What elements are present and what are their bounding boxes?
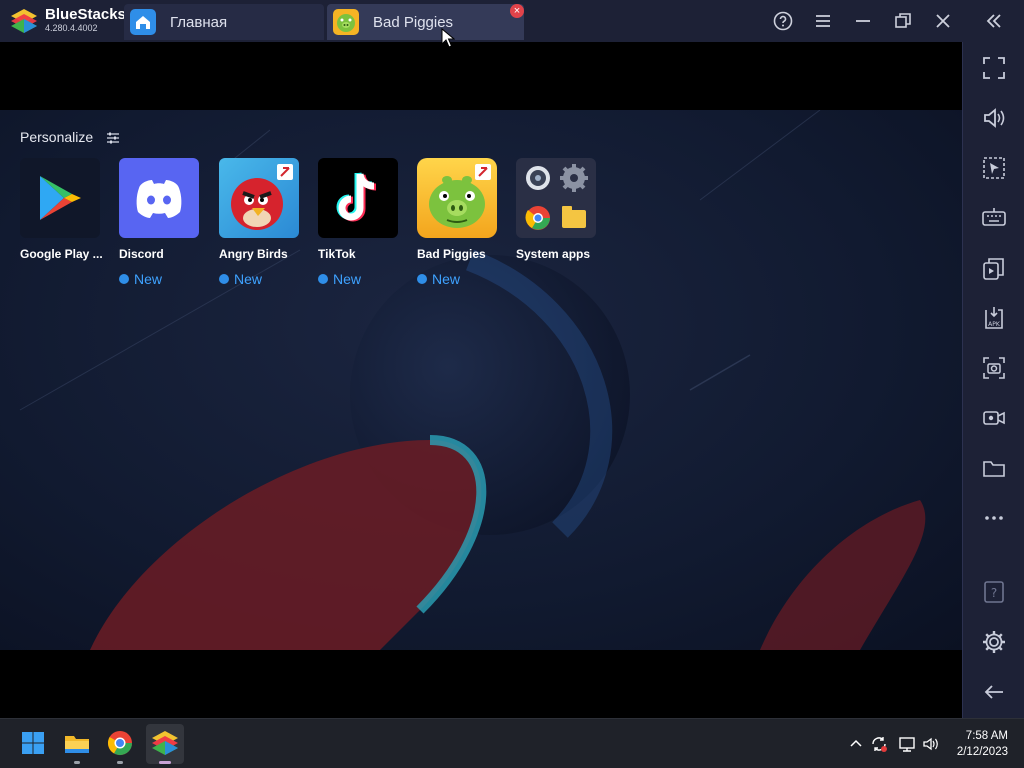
system-clock[interactable]: 7:58 AM 2/12/2023: [957, 728, 1008, 760]
google-play-icon: [20, 158, 100, 238]
title-bar: BlueStacks 4.280.4.4002 Главная Bad Pigg…: [0, 0, 1024, 42]
fullscreen-icon[interactable]: [981, 55, 1007, 81]
minimize-icon[interactable]: [851, 9, 875, 33]
badge-label: New: [134, 271, 163, 287]
customize-icon[interactable]: [106, 131, 120, 145]
chevron-up-icon[interactable]: [847, 735, 865, 753]
badge-label: New: [333, 271, 362, 287]
tiktok-icon: [318, 158, 398, 238]
new-badge: New: [417, 271, 499, 287]
more-icon[interactable]: [981, 505, 1007, 531]
windows-start-icon[interactable]: [19, 729, 47, 757]
app-name: Angry Birds: [219, 247, 288, 261]
multi-instance-icon[interactable]: [981, 255, 1007, 281]
badge-dot-icon: [318, 274, 328, 284]
taskbar: 7:58 AM 2/12/2023: [0, 718, 1024, 768]
app-version: 4.280.4.4002: [45, 23, 98, 33]
bluestacks-icon[interactable]: [151, 729, 179, 757]
volume-icon[interactable]: [922, 735, 940, 753]
tab-bad-piggies[interactable]: Bad Piggies ×: [327, 4, 524, 40]
new-badge: New: [318, 271, 400, 287]
emulator-screen: Personalize Google Play ... Discord New …: [0, 42, 962, 718]
running-indicator: [74, 761, 80, 764]
back-icon[interactable]: [981, 679, 1007, 705]
home-icon: [130, 9, 156, 35]
badge-dot-icon: [219, 274, 229, 284]
right-sidebar: APK ?: [962, 42, 1024, 718]
network-icon[interactable]: [898, 735, 916, 753]
record-icon[interactable]: [981, 405, 1007, 431]
system-apps-folder-icon: [516, 158, 596, 238]
running-indicator: [117, 761, 123, 764]
sync-icon[interactable]: [870, 735, 888, 753]
badge-label: New: [432, 271, 461, 287]
clock-date: 2/12/2023: [956, 746, 1008, 758]
app-name: Google Play ...: [20, 247, 102, 261]
pointer-icon[interactable]: [981, 155, 1007, 181]
tab-home[interactable]: Главная: [124, 4, 324, 40]
badge-label: New: [234, 271, 263, 287]
home-screen: Personalize Google Play ... Discord New …: [0, 110, 962, 650]
app-bad-piggies[interactable]: Bad Piggies New: [417, 158, 499, 287]
badge-dot-icon: [417, 274, 427, 284]
bad-piggies-icon: [333, 9, 359, 35]
tab-close-icon[interactable]: ×: [510, 4, 524, 18]
app-name: System apps: [516, 247, 591, 261]
bad-piggies-icon: [417, 158, 497, 238]
tab-home-label: Главная: [170, 14, 228, 31]
help-icon[interactable]: [771, 9, 795, 33]
new-badge: New: [219, 271, 301, 287]
app-system-apps[interactable]: System apps: [516, 158, 598, 261]
app-name: Bad Piggies: [417, 247, 486, 261]
running-indicator: [159, 761, 171, 764]
clock-time: 7:58 AM: [965, 730, 1008, 742]
svg-text:?: ?: [991, 586, 997, 600]
file-explorer-icon[interactable]: [63, 729, 91, 757]
folder-icon[interactable]: [981, 455, 1007, 481]
bluestacks-logo: [11, 9, 37, 33]
badge-dot-icon: [119, 274, 129, 284]
new-badge: New: [119, 271, 201, 287]
collapse-sidebar-icon[interactable]: [982, 9, 1006, 33]
app-name: BlueStacks: [45, 6, 126, 23]
volume-icon[interactable]: [981, 105, 1007, 131]
menu-icon[interactable]: [811, 9, 835, 33]
app-angry-birds[interactable]: Angry Birds New: [219, 158, 301, 287]
app-discord[interactable]: Discord New: [119, 158, 201, 287]
settings-icon[interactable]: [981, 629, 1007, 655]
app-name: TikTok: [318, 247, 356, 261]
restore-icon[interactable]: [891, 9, 915, 33]
section-title: Personalize: [20, 129, 94, 145]
angry-birds-icon: [219, 158, 299, 238]
discord-icon: [119, 158, 199, 238]
screenshot-icon[interactable]: [981, 355, 1007, 381]
mouse-cursor-icon: [441, 28, 455, 48]
app-tiktok[interactable]: TikTok New: [318, 158, 400, 287]
keyboard-icon[interactable]: [981, 205, 1007, 231]
help-icon[interactable]: ?: [981, 579, 1007, 605]
close-icon[interactable]: [931, 9, 955, 33]
install-apk-icon[interactable]: APK: [981, 305, 1007, 331]
chrome-icon[interactable]: [106, 729, 134, 757]
app-google-play[interactable]: Google Play ...: [20, 158, 102, 261]
svg-text:APK: APK: [988, 321, 1001, 328]
app-name: Discord: [119, 247, 164, 261]
